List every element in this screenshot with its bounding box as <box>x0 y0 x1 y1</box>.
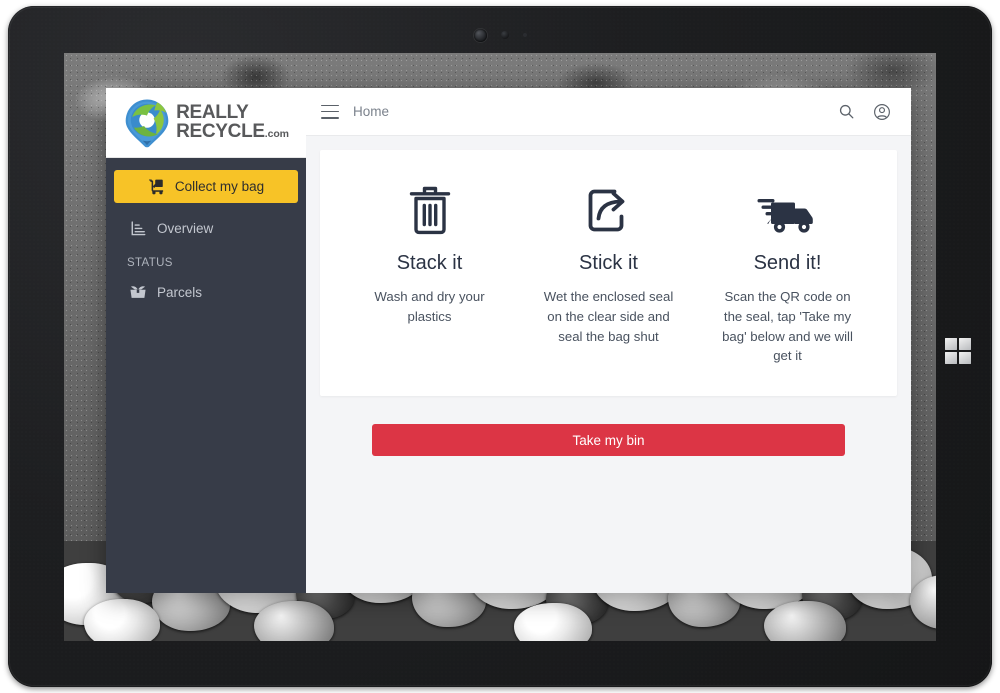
brand-tld: .com <box>264 127 289 140</box>
sidebar-item-label: Parcels <box>157 284 203 300</box>
tablet-device: REALLY RECYCLE.com Collect my bag Overvi… <box>8 6 992 687</box>
step-stack-it: Stack it Wash and dry your plastics <box>340 182 519 366</box>
recycle-pin-logo-icon <box>125 98 169 147</box>
windows-logo-icon[interactable] <box>945 338 971 364</box>
windows-pane-3 <box>945 352 957 364</box>
cta-row: Take my bin <box>320 396 897 457</box>
share-export-icon <box>584 182 634 236</box>
application-window: REALLY RECYCLE.com Collect my bag Overvi… <box>106 88 911 593</box>
windows-pane-4 <box>959 352 971 364</box>
step-description: Wet the enclosed seal on the clear side … <box>543 289 674 344</box>
breadcrumb: Home <box>353 104 390 119</box>
step-description: Scan the QR code on the seal, tap 'Take … <box>722 289 853 364</box>
sidebar-item-collect-my-bag[interactable]: Collect my bag <box>114 170 298 203</box>
tablet-screen: REALLY RECYCLE.com Collect my bag Overvi… <box>64 53 936 641</box>
step-description: Wash and dry your plastics <box>374 289 485 324</box>
user-circle-icon[interactable] <box>871 101 893 123</box>
step-title: Stack it <box>396 252 463 274</box>
bar-chart-icon <box>129 219 147 237</box>
trash-bin-icon <box>407 182 453 236</box>
ambient-sensor-icon <box>500 31 509 39</box>
brand-wordmark: REALLY RECYCLE.com <box>176 103 289 142</box>
steps-card: Stack it Wash and dry your plastics Stic… <box>320 150 897 397</box>
open-box-icon <box>129 283 147 301</box>
sidebar-item-label: Collect my bag <box>174 179 265 194</box>
sidebar: REALLY RECYCLE.com Collect my bag Overvi… <box>106 88 306 593</box>
step-title: Send it! <box>753 252 822 274</box>
content-area: Stack it Wash and dry your plastics Stic… <box>306 136 911 593</box>
front-camera-cluster <box>8 27 992 43</box>
sidebar-item-parcels[interactable]: Parcels <box>106 277 306 307</box>
delivery-truck-icon <box>757 182 819 236</box>
brand-line-2: RECYCLE <box>176 120 265 142</box>
hand-truck-icon <box>148 178 166 196</box>
indicator-led-icon <box>522 33 527 37</box>
top-bar: Home <box>306 88 911 136</box>
front-camera-icon <box>473 28 487 42</box>
sidebar-section-status: STATUS <box>127 257 173 269</box>
main-area: Home Stack it Wash and dry your plastics… <box>306 88 911 593</box>
step-stick-it: Stick it Wet the enclosed seal on the cl… <box>519 182 698 366</box>
sidebar-item-label: Overview <box>157 220 214 236</box>
take-my-bin-button[interactable]: Take my bin <box>372 424 845 457</box>
search-icon[interactable] <box>835 101 857 123</box>
sidebar-item-overview[interactable]: Overview <box>106 213 306 243</box>
hamburger-icon[interactable] <box>321 104 339 119</box>
sidebar-nav: Collect my bag Overview STATUS Parcels <box>106 158 306 307</box>
windows-pane-2 <box>959 338 971 350</box>
brand-logo-panel[interactable]: REALLY RECYCLE.com <box>106 88 306 158</box>
step-title: Stick it <box>579 252 638 274</box>
windows-pane-1 <box>945 338 957 350</box>
step-send-it: Send it! Scan the QR code on the seal, t… <box>698 182 877 366</box>
